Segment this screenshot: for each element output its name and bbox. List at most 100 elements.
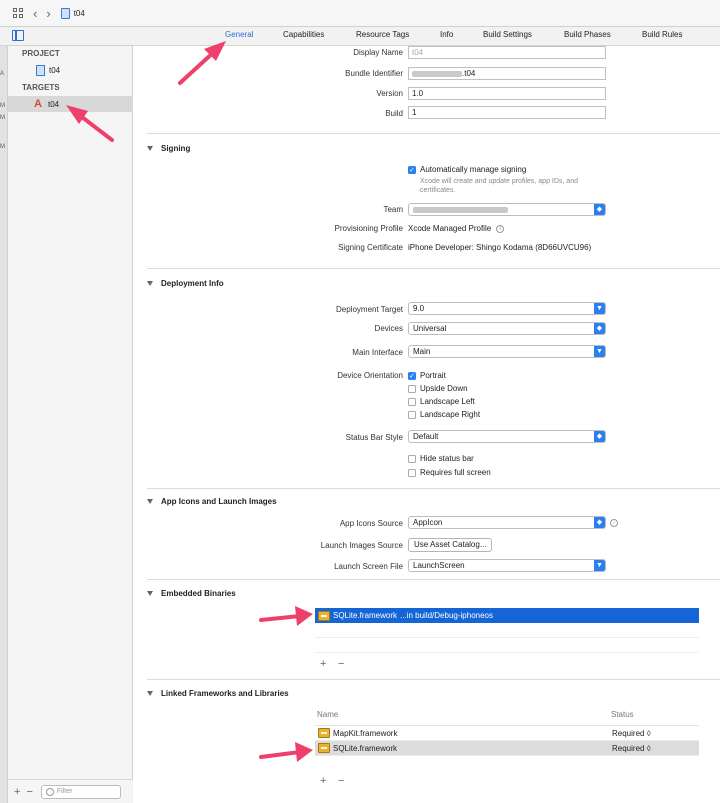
section-title: Linked Frameworks and Libraries [161,689,289,698]
tab-resource-tags[interactable]: Resource Tags [356,30,409,39]
tab-build-rules[interactable]: Build Rules [642,30,682,39]
framework-status[interactable]: Required ◊ [612,729,651,738]
framework-status[interactable]: Required ◊ [612,744,651,753]
disclosure-triangle-icon[interactable] [147,691,153,696]
general-settings-panel: Display Name t04 Bundle Identifier .t04 … [133,46,720,803]
tab-build-settings[interactable]: Build Settings [483,30,532,39]
linked-frameworks-section-header[interactable]: Linked Frameworks and Libraries [147,689,289,698]
gutter-mark: M [0,144,5,150]
orientation-landscape-left-checkbox[interactable]: Landscape Left [408,397,475,406]
tab-capabilities[interactable]: Capabilities [283,30,324,39]
checkbox-icon[interactable] [408,410,416,419]
forward-icon[interactable]: › [46,7,50,20]
orientation-portrait-checkbox[interactable]: ✓ Portrait [408,371,446,380]
divider [147,579,720,580]
version-label: Version [376,89,403,98]
auto-signing-hint: Xcode will create and update profiles, a… [420,178,578,194]
sidebar-toggle-icon[interactable] [12,30,24,41]
provisioning-profile-value: Xcode Managed Profile i [408,224,505,233]
remove-framework-button[interactable]: − [338,775,344,787]
requires-full-screen-checkbox[interactable]: Requires full screen [408,468,491,477]
app-icons-section-header[interactable]: App Icons and Launch Images [147,497,277,506]
launch-screen-file-select[interactable]: LaunchScreen ▼ [408,559,606,572]
add-embedded-binary-button[interactable]: + [320,658,326,670]
launch-images-source-label: Launch Images Source [320,541,403,550]
orientation-upside-down-checkbox[interactable]: Upside Down [408,384,468,393]
redacted-text [413,206,508,213]
back-icon[interactable]: ‹ [33,7,37,20]
name-column-header[interactable]: Name [317,710,338,719]
signing-section-header[interactable]: Signing [147,144,190,153]
checkbox-icon[interactable] [408,384,416,393]
checkbox-label: Automatically manage signing [420,165,527,174]
bundle-id-field[interactable]: .t04 [408,67,606,80]
framework-name: SQLite.framework [333,743,398,753]
add-framework-button[interactable]: + [320,775,326,787]
checkbox-icon[interactable] [408,397,416,406]
devices-select[interactable]: Universal ◆ [408,322,606,335]
version-field[interactable]: 1.0 [408,87,606,100]
hide-status-bar-checkbox[interactable]: Hide status bar [408,454,474,463]
checkbox-label: Landscape Right [420,410,481,419]
main-interface-select[interactable]: Main ▼ [408,345,606,358]
dropdown-arrow-icon: ▼ [594,303,605,314]
sidebar-item-target[interactable]: A t04 [8,96,133,112]
app-icons-source-label: App Icons Source [339,519,403,528]
filter-field[interactable]: Filter [40,784,121,799]
disclosure-triangle-icon[interactable] [147,146,153,151]
linked-frameworks-table: MapKit.framework Required ◊ SQLite.frame… [315,725,699,770]
sidebar-item-project[interactable]: t04 [8,62,133,78]
go-to-asset-icon[interactable]: › [610,519,618,527]
team-select[interactable]: ◆ [408,203,606,216]
app-icons-source-select[interactable]: AppIcon ◆ [408,516,606,529]
use-asset-catalog-button[interactable]: Use Asset Catalog... [408,538,493,552]
remove-target-button[interactable]: − [26,786,32,798]
checkbox-label: Upside Down [420,384,468,393]
build-label: Build [385,109,403,118]
deployment-target-select[interactable]: 9.0 ▼ [408,302,606,315]
table-row[interactable]: SQLite.framework ...in build/Debug-iphon… [315,608,699,623]
section-title: App Icons and Launch Images [161,497,277,506]
remove-embedded-binary-button[interactable]: − [338,658,344,670]
table-row[interactable]: MapKit.framework Required ◊ [315,726,699,741]
deployment-target-label: Deployment Target [336,305,403,314]
display-name-field[interactable]: t04 [408,46,606,59]
related-items-icon[interactable] [13,7,24,19]
auto-signing-checkbox[interactable]: ✓ Automatically manage signing [408,165,526,174]
table-row[interactable]: SQLite.framework Required ◊ [315,741,699,756]
bundle-id-suffix: .t04 [462,69,476,78]
deployment-section-header[interactable]: Deployment Info [147,279,224,288]
embedded-binaries-section-header[interactable]: Embedded Binaries [147,589,236,598]
tab-info[interactable]: Info [440,30,453,39]
framework-path: ...in build/Debug-iphoneos [400,611,493,620]
framework-icon [318,728,330,738]
app-target-icon: A [34,97,42,110]
breadcrumb-project[interactable]: t04 [74,9,85,18]
bundle-id-label: Bundle Identifier [345,69,403,78]
tab-build-phases[interactable]: Build Phases [564,30,611,39]
checkbox-icon[interactable] [408,454,416,463]
gutter-mark: A [0,71,5,77]
disclosure-triangle-icon[interactable] [147,281,153,286]
framework-name: SQLite.framework [333,611,398,620]
checkbox-label: Requires full screen [420,468,491,477]
checkbox-icon[interactable] [408,468,416,477]
disclosure-triangle-icon[interactable] [147,499,153,504]
select-value: LaunchScreen [413,561,465,570]
build-field[interactable]: 1 [408,106,606,119]
provisioning-profile-label: Provisioning Profile [334,224,403,233]
orientation-landscape-right-checkbox[interactable]: Landscape Right [408,410,480,419]
status-bar-style-select[interactable]: Default ◆ [408,430,606,443]
section-title: Embedded Binaries [161,589,236,598]
navigator-gutter: A M M M [0,46,8,803]
disclosure-triangle-icon[interactable] [147,591,153,596]
section-title: Signing [161,144,191,153]
navigator-footer: + − Filter [8,779,133,803]
checkbox-checked-icon[interactable]: ✓ [408,165,416,174]
checkbox-checked-icon[interactable]: ✓ [408,371,416,380]
tab-general[interactable]: General [225,30,253,39]
add-target-button[interactable]: + [14,786,20,798]
gutter-mark: M [0,115,5,121]
info-icon[interactable]: i [496,224,505,233]
status-column-header[interactable]: Status [611,710,634,719]
